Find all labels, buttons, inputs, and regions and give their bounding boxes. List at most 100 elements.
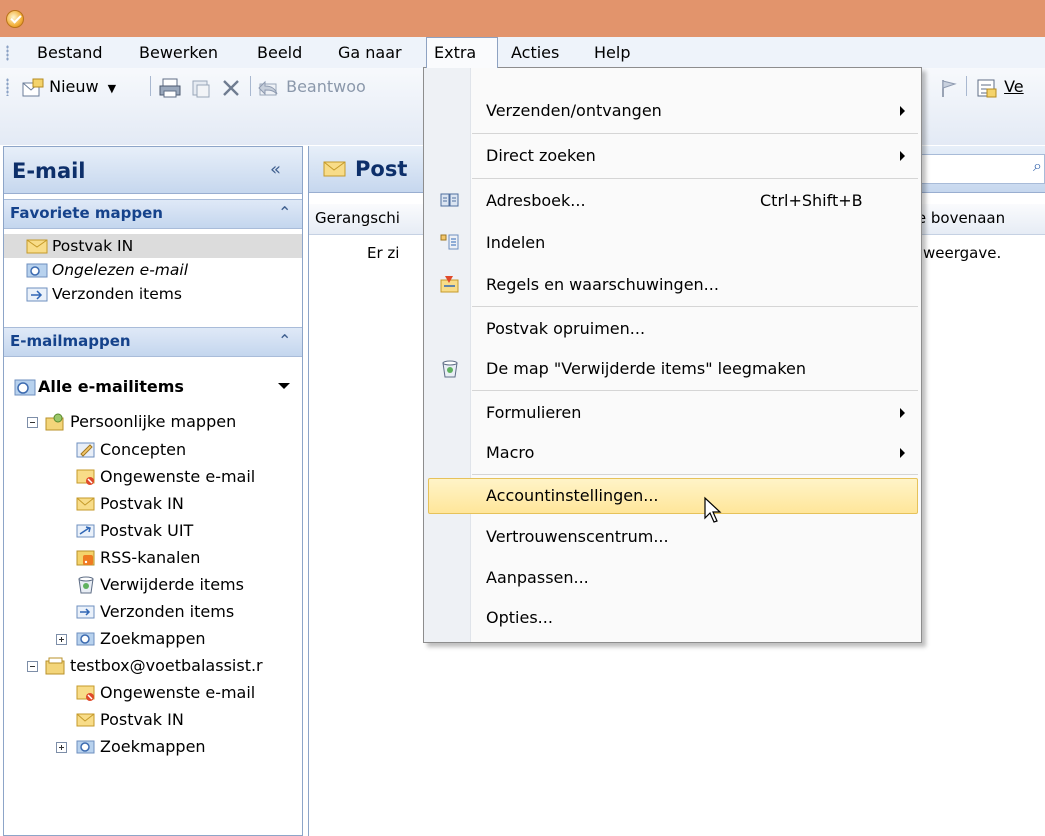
menu-bestand[interactable]: Bestand	[30, 37, 110, 68]
reply-button[interactable]: Beantwoo	[257, 72, 366, 102]
send-receive-toolbar-button[interactable]: Ve	[975, 72, 1024, 102]
menu-item-rules-alerts[interactable]: Regels en waarschuwingen...	[426, 267, 919, 303]
collapse-toggle-icon[interactable]	[27, 417, 38, 428]
personal-folders-icon	[45, 413, 64, 431]
menu-bar: Bestand Bewerken Beeld Ga naar Extra Act…	[0, 37, 1045, 69]
tree-label: Postvak IN	[100, 494, 184, 513]
menubar-grip-icon[interactable]	[6, 45, 9, 61]
tree-label: Ongewenste e-mail	[100, 683, 256, 702]
search-icon[interactable]: ⌕	[1033, 156, 1042, 176]
menu-item-customize[interactable]: Aanpassen...	[426, 560, 919, 596]
favorite-unread-mail[interactable]: Ongelezen e-mail	[4, 258, 302, 282]
outlook-app-icon[interactable]	[6, 10, 24, 28]
print-button[interactable]	[158, 72, 182, 102]
favorite-label: Postvak IN	[52, 237, 134, 255]
address-book-icon	[440, 193, 459, 207]
menu-item-address-book[interactable]: Adresboek... Ctrl+Shift+B	[426, 183, 919, 219]
menu-item-shortcut: Ctrl+Shift+B	[760, 191, 863, 210]
mailbox-folder-icon	[45, 657, 65, 675]
sort-order-label[interactable]: te bovenaan	[911, 209, 1005, 227]
submenu-arrow-icon	[900, 448, 905, 458]
reply-icon	[258, 80, 278, 95]
toolbar-separator	[250, 76, 251, 96]
trash-icon	[78, 576, 94, 594]
flag-button[interactable]	[938, 72, 960, 102]
junk-mail-icon	[76, 469, 95, 485]
sent-items-icon	[26, 287, 48, 302]
menu-item-label: Postvak opruimen...	[486, 319, 646, 338]
new-mail-icon	[22, 78, 44, 96]
favorite-inbox[interactable]: Postvak IN	[4, 234, 302, 258]
search-folder-icon	[26, 263, 48, 278]
menu-item-account-settings[interactable]: Accountinstellingen...	[428, 478, 918, 514]
expand-toggle-icon[interactable]	[56, 742, 67, 753]
tree-label: Postvak UIT	[100, 521, 194, 540]
favorites-header[interactable]: Favoriete mappen ⌃	[4, 199, 302, 229]
favorite-label: Verzonden items	[52, 285, 182, 303]
collapse-nav-icon[interactable]: «	[270, 159, 281, 180]
new-button[interactable]: Nieuw ▼	[22, 72, 116, 102]
tree-label: RSS-kanalen	[100, 548, 201, 567]
search-folder-icon	[76, 740, 95, 754]
menu-item-label: Formulieren	[486, 403, 582, 422]
tree-label: testbox@voetbalassist.r	[70, 656, 263, 675]
empty-view-message: Er zi	[367, 244, 400, 262]
mail-folders-header-label: E-mailmappen	[10, 332, 131, 350]
chevron-down-icon[interactable]	[278, 383, 290, 389]
mail-folders-header[interactable]: E-mailmappen ⌃	[4, 327, 302, 357]
menu-item-label: Direct zoeken	[486, 146, 596, 165]
send-receive-icon	[977, 79, 997, 97]
delete-button[interactable]	[220, 72, 242, 102]
menu-bewerken[interactable]: Bewerken	[132, 37, 225, 68]
new-button-label: Nieuw	[49, 77, 99, 96]
inbox-folder-icon	[76, 713, 95, 727]
menu-item-label: Macro	[486, 443, 535, 462]
menu-beeld[interactable]: Beeld	[250, 37, 309, 68]
send-receive-label: Ve	[1004, 77, 1024, 96]
menu-ga-naar[interactable]: Ga naar	[331, 37, 409, 68]
sent-items-icon	[76, 605, 95, 619]
toolbar-grip-icon[interactable]	[6, 78, 9, 96]
move-folder-icon	[192, 80, 210, 97]
menu-acties[interactable]: Acties	[504, 37, 566, 68]
menu-item-send-receive[interactable]: Verzenden/ontvangen	[426, 93, 919, 129]
menu-item-options[interactable]: Opties...	[426, 600, 919, 636]
search-folder-icon	[76, 632, 95, 646]
collapse-toggle-icon[interactable]	[27, 661, 38, 672]
rss-icon	[76, 550, 95, 566]
nav-pane-header: E-mail «	[4, 147, 302, 194]
menu-separator	[472, 306, 918, 307]
rules-icon	[440, 276, 459, 293]
favorites-header-label: Favoriete mappen	[10, 204, 163, 222]
menu-item-macro[interactable]: Macro	[426, 435, 919, 471]
inbox-folder-icon	[26, 239, 48, 254]
tree-label: Verwijderde items	[100, 575, 244, 594]
tree-label: Ongewenste e-mail	[100, 467, 256, 486]
folder-title: Post	[355, 157, 408, 181]
menu-item-mailbox-cleanup[interactable]: Postvak opruimen...	[426, 311, 919, 347]
expand-toggle-icon[interactable]	[56, 634, 67, 645]
tree-label: Verzonden items	[100, 602, 235, 621]
all-mail-items-selector[interactable]: Alle e-mailitems	[4, 369, 302, 405]
menu-item-label: Adresboek...	[486, 191, 586, 210]
chevron-up-icon[interactable]: ⌃	[278, 331, 291, 350]
menu-item-organize[interactable]: Indelen	[426, 225, 919, 261]
submenu-arrow-icon	[900, 106, 905, 116]
menu-item-empty-deleted-items[interactable]: De map "Verwijderde items" leegmaken	[426, 351, 919, 387]
tree-label: Concepten	[100, 440, 187, 459]
submenu-arrow-icon	[900, 408, 905, 418]
menu-item-trust-center[interactable]: Vertrouwenscentrum...	[426, 519, 919, 555]
search-folder-icon	[14, 379, 36, 396]
menu-item-forms[interactable]: Formulieren	[426, 395, 919, 431]
chevron-down-icon[interactable]: ▼	[108, 82, 116, 95]
arrange-by-label: Gerangschi	[315, 209, 400, 227]
menu-item-instant-search[interactable]: Direct zoeken	[426, 138, 919, 174]
favorite-sent-items[interactable]: Verzonden items	[4, 282, 302, 306]
all-mail-items-label: Alle e-mailitems	[38, 377, 184, 396]
drafts-icon	[76, 442, 95, 458]
menu-extra[interactable]: Extra	[426, 37, 498, 68]
move-to-folder-button[interactable]	[190, 72, 212, 102]
menu-help[interactable]: Help	[587, 37, 637, 68]
instant-search-input[interactable]: ⌕	[919, 154, 1045, 184]
chevron-up-icon[interactable]: ⌃	[278, 203, 291, 222]
